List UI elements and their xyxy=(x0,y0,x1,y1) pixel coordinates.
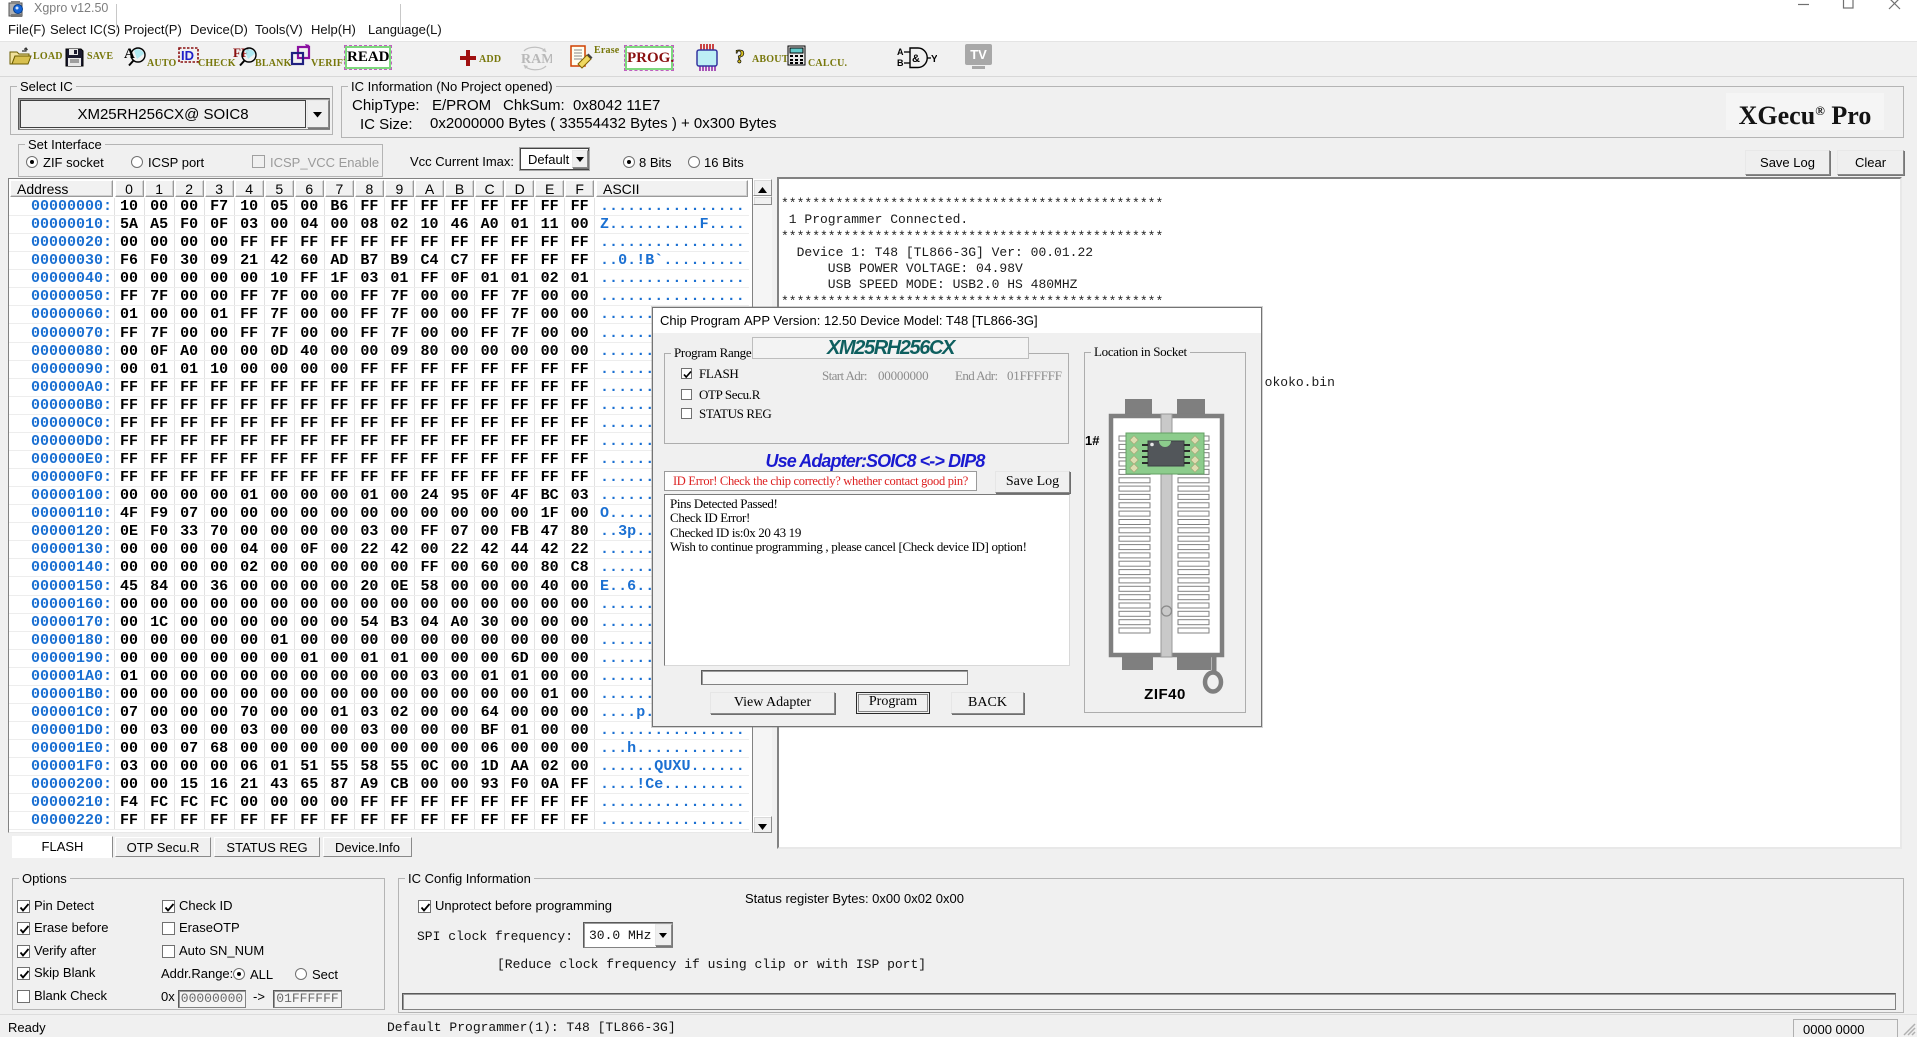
svg-text:RAM: RAM xyxy=(521,52,552,67)
svg-text:ID: ID xyxy=(181,48,194,63)
svg-text:&: & xyxy=(912,53,920,65)
svg-text:Y: Y xyxy=(931,54,937,65)
svg-text:B: B xyxy=(897,58,904,68)
svg-text:A: A xyxy=(897,47,904,57)
svg-text:?: ? xyxy=(735,46,745,68)
